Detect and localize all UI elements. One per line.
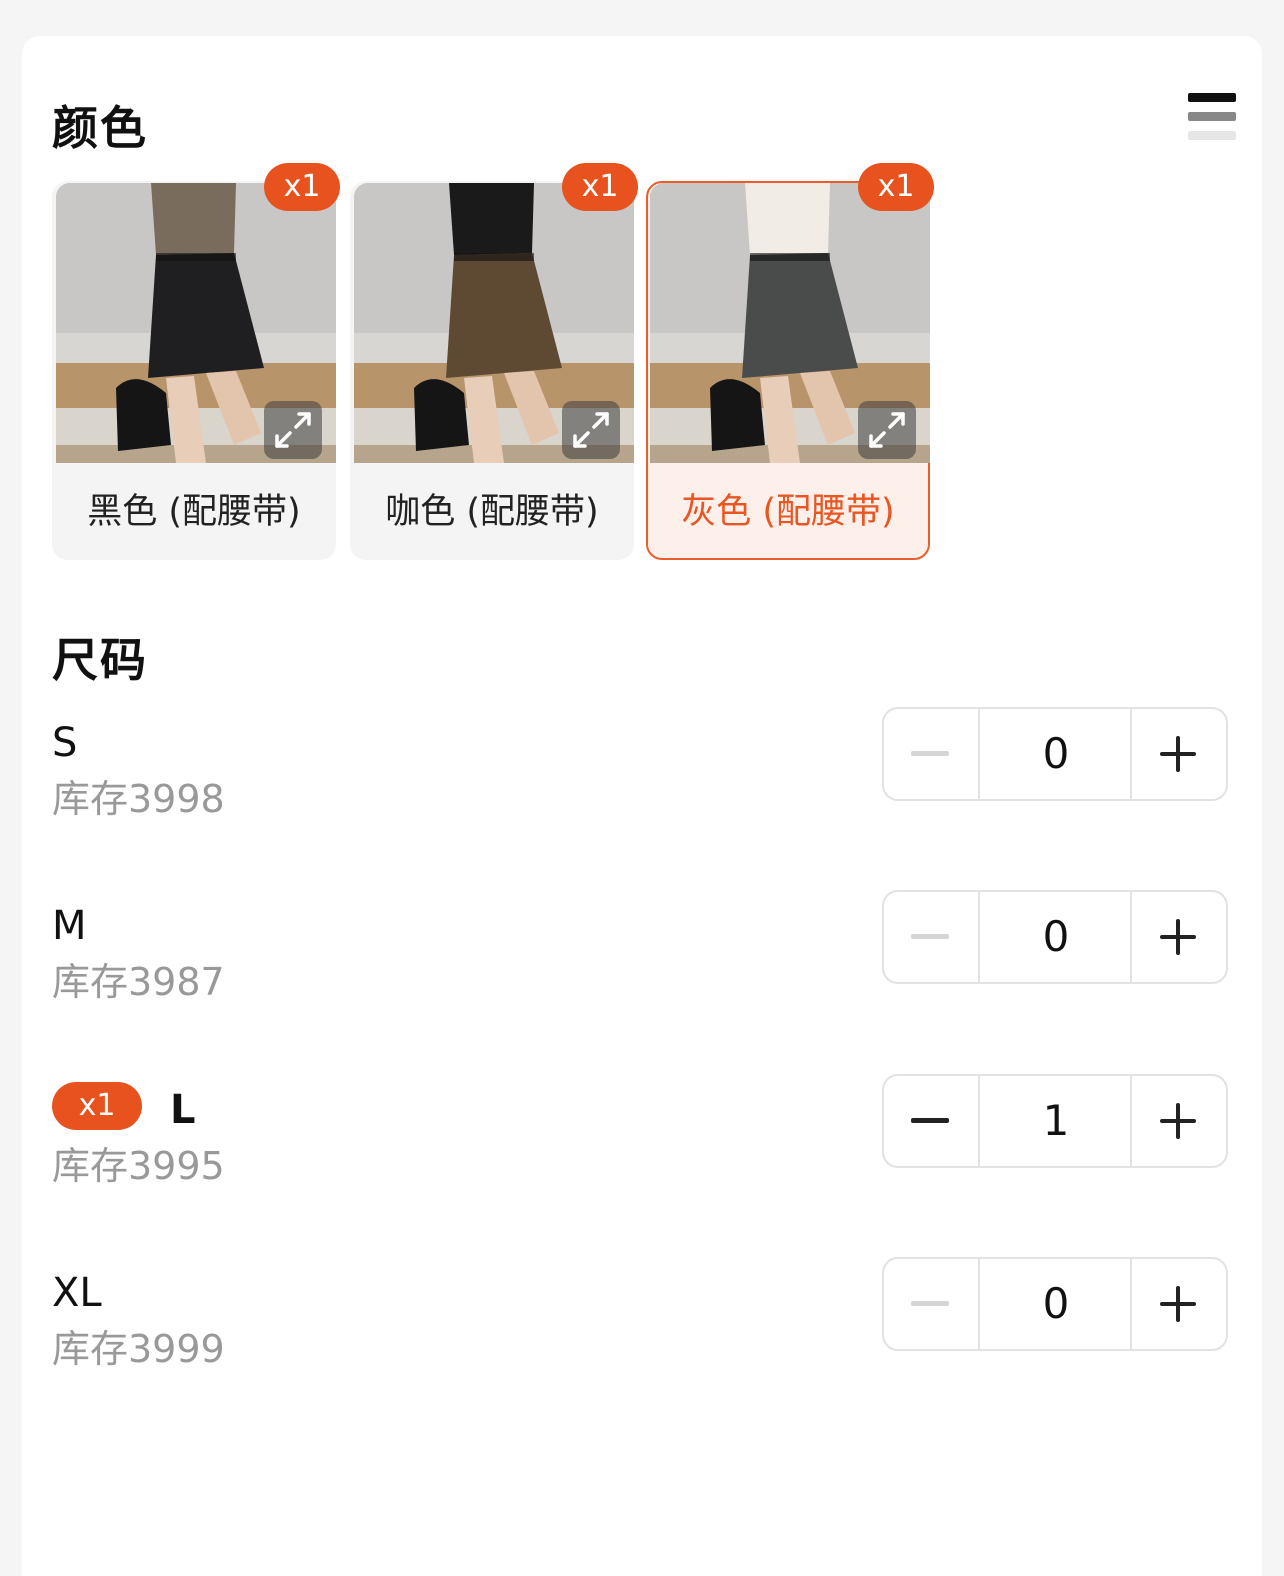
size-row: x1 L 库存3995 1 <box>52 1074 1232 1188</box>
size-section-title: 尺码 <box>52 633 148 687</box>
size-label: L <box>170 1087 196 1133</box>
color-options: 黑色 (配腰带) x1 咖色 (配腰带) x1 灰色 (配腰带) x1 <box>52 163 952 561</box>
quantity-stepper: 0 <box>882 890 1228 984</box>
size-row: S 库存3998 0 <box>52 707 1232 821</box>
minus-icon <box>911 934 949 939</box>
stock-count: 库存3987 <box>52 960 225 1004</box>
color-option-label: 黑色 (配腰带) <box>87 492 301 532</box>
quantity-stepper: 0 <box>882 707 1228 801</box>
color-section-title: 颜色 <box>52 101 148 155</box>
minus-icon <box>911 751 949 756</box>
expand-icon[interactable] <box>858 401 916 459</box>
quantity-stepper: 0 <box>882 1257 1228 1351</box>
sku-selector-panel: 颜色 黑色 (配腰带) x1 咖色 (配腰带) x1 灰色 (配腰带) x1 尺… <box>22 36 1262 1576</box>
increase-button[interactable] <box>1130 1259 1226 1349</box>
minus-icon <box>911 1118 949 1123</box>
color-option-coffee[interactable]: 咖色 (配腰带) x1 <box>350 163 638 560</box>
increase-button[interactable] <box>1130 892 1226 982</box>
size-label: S <box>52 720 78 766</box>
expand-icon[interactable] <box>264 401 322 459</box>
decrease-button[interactable] <box>884 1076 980 1166</box>
size-label: M <box>52 903 87 949</box>
increase-button[interactable] <box>1130 1076 1226 1166</box>
stock-count: 库存3999 <box>52 1327 225 1371</box>
selected-count-badge: x1 <box>562 163 638 211</box>
selected-count-badge: x1 <box>858 163 934 211</box>
decrease-button[interactable] <box>884 892 980 982</box>
minus-icon <box>911 1301 949 1306</box>
size-row: XL 库存3999 0 <box>52 1257 1232 1371</box>
stock-count: 库存3995 <box>52 1144 225 1188</box>
selected-count-badge: x1 <box>52 1082 142 1130</box>
size-row: M 库存3987 0 <box>52 890 1232 1004</box>
quantity-stepper: 1 <box>882 1074 1228 1168</box>
quantity-input[interactable]: 0 <box>978 892 1134 982</box>
stock-count: 库存3998 <box>52 777 225 821</box>
decrease-button[interactable] <box>884 709 980 799</box>
color-option-label: 咖色 (配腰带) <box>385 492 599 532</box>
increase-button[interactable] <box>1130 709 1226 799</box>
quantity-input[interactable]: 1 <box>978 1076 1134 1166</box>
list-view-icon[interactable] <box>1188 93 1238 143</box>
quantity-input[interactable]: 0 <box>978 709 1134 799</box>
size-label: XL <box>52 1270 102 1316</box>
color-option-gray[interactable]: 灰色 (配腰带) x1 <box>646 163 934 560</box>
decrease-button[interactable] <box>884 1259 980 1349</box>
color-option-black[interactable]: 黑色 (配腰带) x1 <box>52 163 340 560</box>
selected-count-badge: x1 <box>264 163 340 211</box>
quantity-input[interactable]: 0 <box>978 1259 1134 1349</box>
color-option-label: 灰色 (配腰带) <box>681 492 895 532</box>
expand-icon[interactable] <box>562 401 620 459</box>
